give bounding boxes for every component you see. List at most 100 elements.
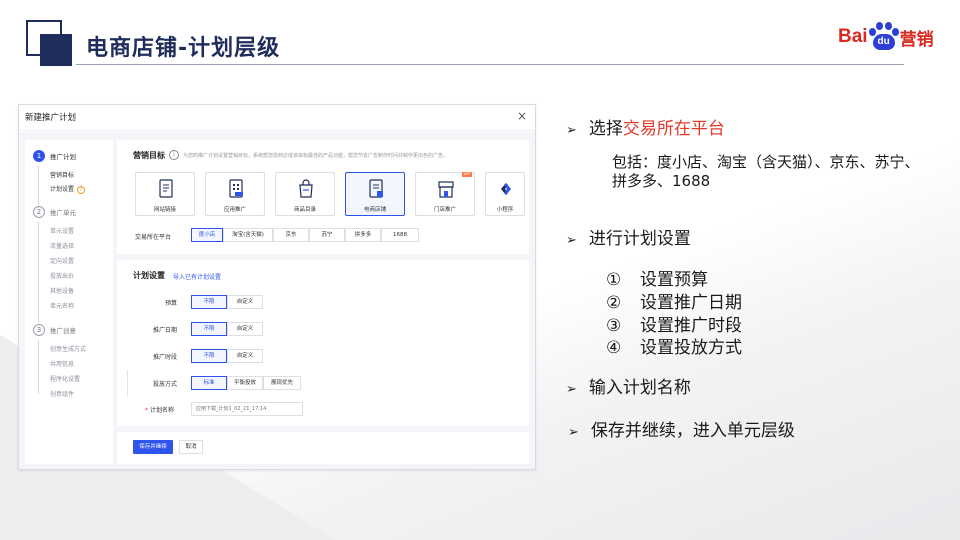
- substep[interactable]: 程序化设置: [50, 374, 80, 383]
- tile-store-promotion[interactable]: 门店推广 APP: [415, 172, 475, 216]
- bullet-highlight: 交易所在平台: [622, 119, 725, 139]
- dialog-body: 1 推广计划 营销目标 计划设置? 2 推广单元 单元设置 流量选择 定向设置 …: [19, 132, 535, 469]
- document-icon: [159, 179, 173, 198]
- substep[interactable]: 定向设置: [50, 256, 74, 265]
- arrow-bullet-icon: ➢: [568, 425, 579, 440]
- tile-label: 门店推广: [433, 207, 456, 213]
- date-label: 推广日期: [153, 327, 178, 334]
- date-option-custom[interactable]: 自定义: [227, 322, 263, 336]
- tile-product-catalog[interactable]: 商品目录: [275, 172, 335, 216]
- baidu-marketing-logo: Bai du 营销: [838, 22, 934, 52]
- substep[interactable]: 投放出价: [50, 271, 74, 280]
- plan-settings-card: 计划设置 导入已有计划设置 预算 不限 自定义 推广日期 不限 自定义 推广时段…: [117, 260, 529, 426]
- tile-app-promotion[interactable]: 应用推广: [205, 172, 265, 216]
- help-icon[interactable]: ?: [77, 186, 86, 194]
- dialog-footer: 保存并继续 取消: [117, 432, 529, 464]
- time-label: 推广时段: [153, 354, 178, 361]
- slide-title: 电商店铺-计划层级: [86, 36, 281, 61]
- step-sidebar: 1 推广计划 营销目标 计划设置? 2 推广单元 单元设置 流量选择 定向设置 …: [25, 140, 113, 464]
- step-number: 2: [33, 206, 45, 218]
- logo-text-bai: Bai: [838, 26, 868, 47]
- arrow-bullet-icon: ➢: [566, 233, 577, 248]
- tile-website-link[interactable]: 网站链接: [135, 172, 195, 216]
- substep[interactable]: 流量选择: [50, 241, 74, 250]
- section-divider: [127, 370, 128, 396]
- substep[interactable]: 创意生成方式: [50, 344, 86, 353]
- baidu-paw-icon: du: [868, 22, 899, 52]
- step-connector: [38, 340, 39, 394]
- sub-item-text: 设置投放方式: [640, 338, 742, 358]
- step-number: 3: [33, 324, 45, 336]
- budget-option-custom[interactable]: 自定义: [227, 295, 263, 309]
- bullet-prefix: 选择: [588, 119, 623, 139]
- step-label: 推广创意: [50, 327, 76, 335]
- substep[interactable]: 创意组件: [50, 389, 74, 398]
- create-plan-dialog: 新建推广计划 × 1 推广计划 营销目标 计划设置? 2 推广单元 单元设置 流…: [18, 104, 536, 470]
- sub-item-number: ②: [606, 293, 622, 313]
- sub-item: ② 设置推广日期: [606, 288, 742, 313]
- platform-option-taobao[interactable]: 淘宝(含天猫): [223, 228, 273, 242]
- tile-mini-program[interactable]: 小程序: [485, 172, 525, 216]
- info-icon[interactable]: i: [169, 150, 179, 160]
- sub-item: ① 设置预算: [606, 265, 708, 290]
- plan-name-label-text: 计划名称: [150, 407, 175, 414]
- delivery-option-exposure-first[interactable]: 展现优先: [263, 376, 301, 390]
- title-decoration-fill: [40, 34, 72, 66]
- platform-option-jd[interactable]: 京东: [273, 228, 309, 242]
- title-underline: [76, 64, 904, 65]
- substep[interactable]: 共用信息: [50, 359, 74, 368]
- substep-label: 计划设置: [50, 186, 75, 193]
- logo-text-du: du: [877, 36, 890, 47]
- tile-label: 应用推广: [223, 207, 246, 213]
- time-option-unlimited[interactable]: 不限: [191, 349, 227, 363]
- cancel-button[interactable]: 取消: [179, 440, 203, 454]
- sub-item-number: ①: [606, 270, 622, 290]
- step-number: 1: [33, 150, 45, 162]
- platform-option-suning[interactable]: 苏宁: [309, 228, 345, 242]
- bullet-platform: ➢ 选择交易所在平台: [566, 114, 725, 139]
- step-plan[interactable]: 1 推广计划: [33, 150, 76, 162]
- substep-plan-settings[interactable]: 计划设置?: [50, 184, 86, 194]
- tile-label: 小程序: [496, 207, 514, 213]
- close-icon[interactable]: ×: [517, 109, 527, 123]
- app-icon: [229, 179, 243, 198]
- import-plan-link[interactable]: 导入已有计划设置: [173, 272, 221, 281]
- required-mark: *: [145, 407, 148, 414]
- delivery-option-balanced[interactable]: 平衡投放: [227, 376, 263, 390]
- bullet-save: ➢ 保存并继续，进入单元层级: [568, 416, 795, 441]
- step-unit[interactable]: 2 推广单元: [33, 206, 76, 218]
- delivery-label: 投放方式: [153, 381, 178, 388]
- step-creative[interactable]: 3 推广创意: [33, 324, 76, 336]
- platform-option-duxiaodian[interactable]: 度小店: [191, 228, 223, 242]
- plan-name-input[interactable]: [191, 402, 303, 416]
- marketing-goal-card: 营销目标 i 为您的推广计划设置营销目标，系统帮您找到达成该目标最佳的产品功能，…: [117, 140, 529, 254]
- platform-label: 交易所在平台: [135, 234, 172, 241]
- time-option-custom[interactable]: 自定义: [227, 349, 263, 363]
- tile-label: 网站链接: [153, 207, 176, 213]
- substep[interactable]: 单元名称: [50, 301, 74, 310]
- date-option-unlimited[interactable]: 不限: [191, 322, 227, 336]
- step-connector: [38, 222, 39, 322]
- bullet-plan-settings: ➢ 进行计划设置: [566, 224, 691, 249]
- platform-option-1688[interactable]: 1688: [381, 228, 419, 242]
- tile-label: 电商店铺: [363, 207, 386, 213]
- tile-ecommerce-store[interactable]: 电商店铺: [345, 172, 405, 216]
- budget-label: 预算: [165, 300, 178, 307]
- step-connector: [38, 166, 39, 208]
- delivery-option-standard[interactable]: 标准: [191, 376, 227, 390]
- step-label: 推广单元: [50, 209, 76, 217]
- mini-program-icon: [501, 183, 511, 195]
- platform-option-pinduoduo[interactable]: 拼多多: [345, 228, 381, 242]
- logo-text-yingxiao: 营销: [899, 29, 934, 50]
- marketing-goal-title: 营销目标: [133, 151, 165, 160]
- shop-front-icon: [438, 181, 454, 198]
- budget-option-unlimited[interactable]: 不限: [191, 295, 227, 309]
- substep[interactable]: 其他设备: [50, 286, 74, 295]
- bullet-text: 保存并继续，进入单元层级: [590, 421, 795, 441]
- dialog-title: 新建推广计划: [25, 113, 77, 123]
- save-continue-button[interactable]: 保存并继续: [133, 440, 173, 454]
- substep-marketing-goal[interactable]: 营销目标: [50, 170, 74, 179]
- dialog-header: 新建推广计划 ×: [19, 105, 535, 131]
- substep[interactable]: 单元设置: [50, 226, 74, 235]
- sub-item: ④ 设置投放方式: [606, 333, 742, 358]
